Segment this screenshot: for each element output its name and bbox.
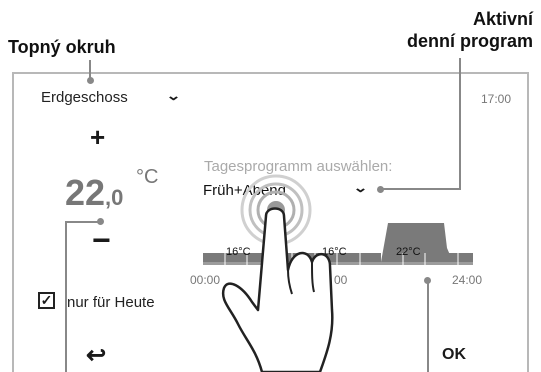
today-only-checkbox[interactable]: ✓	[38, 292, 55, 309]
temperature-display: 22,0	[65, 172, 123, 214]
temperature-integer: 22	[65, 172, 106, 213]
hand-outline	[221, 207, 334, 372]
active-program-callout-line1: Aktivní	[472, 9, 533, 29]
temperature-increase-button[interactable]: +	[90, 124, 105, 150]
touch-hand-icon	[221, 174, 334, 372]
chevron-down-icon[interactable]: ⌄	[353, 180, 368, 196]
clock-display: 17:00	[481, 92, 512, 106]
temperature-unit: °C	[136, 166, 159, 188]
timeline-low-segment-end	[447, 253, 473, 262]
heating-circuit-callout: Topný okruh	[8, 37, 116, 57]
zone-select[interactable]: Erdgeschoss	[41, 89, 128, 106]
circuit-leader-dot	[87, 77, 94, 84]
timeline-leader-vertical	[427, 280, 429, 372]
circuit-leader-line	[89, 60, 91, 78]
timeline-segment-label: 22°C	[396, 246, 421, 258]
active-program-callout: Aktivní denní program	[407, 8, 533, 52]
program-leader-vertical	[459, 58, 461, 189]
active-program-callout-line2: denní program	[406, 31, 533, 51]
ok-button[interactable]: OK	[442, 346, 466, 364]
chevron-down-icon[interactable]: ⌄	[166, 88, 181, 104]
program-leader-dot	[377, 186, 384, 193]
back-button[interactable]: ↩	[86, 344, 106, 368]
timeline-tick-label: 24:00	[452, 273, 483, 287]
today-only-label: nur für Heute	[67, 294, 155, 311]
temperature-fraction: ,0	[105, 185, 124, 210]
program-leader-horizontal	[380, 188, 461, 190]
temperature-decrease-button[interactable]: −	[92, 224, 111, 256]
